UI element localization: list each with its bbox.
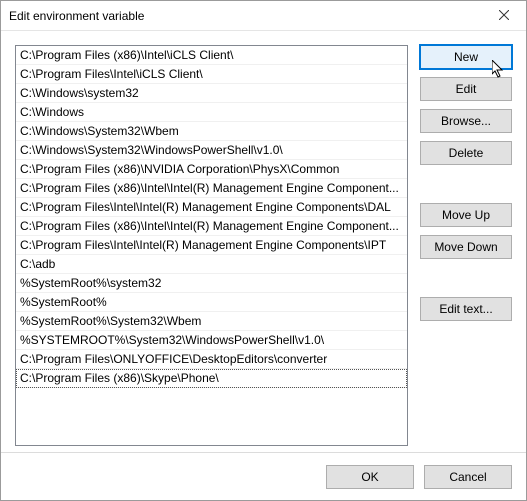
ok-button[interactable]: OK (326, 465, 414, 489)
list-item[interactable]: C:\adb (16, 255, 407, 274)
move-up-button[interactable]: Move Up (420, 203, 512, 227)
dialog-footer: OK Cancel (1, 452, 526, 500)
list-item[interactable]: %SystemRoot%\System32\Wbem (16, 312, 407, 331)
cancel-button[interactable]: Cancel (424, 465, 512, 489)
list-item[interactable]: C:\Program Files (x86)\Intel\Intel(R) Ma… (16, 217, 407, 236)
spacer (420, 173, 512, 195)
list-item[interactable]: C:\Windows\System32\Wbem (16, 122, 407, 141)
titlebar: Edit environment variable (1, 1, 526, 31)
window-title: Edit environment variable (1, 9, 481, 23)
list-item[interactable]: %SystemRoot%\system32 (16, 274, 407, 293)
edit-button[interactable]: Edit (420, 77, 512, 101)
spacer (420, 267, 512, 289)
list-item[interactable]: C:\Program Files (x86)\Intel\iCLS Client… (16, 46, 407, 65)
dialog-window: Edit environment variable C:\Program Fil… (0, 0, 527, 501)
edit-text-button[interactable]: Edit text... (420, 297, 512, 321)
list-item[interactable]: %SystemRoot% (16, 293, 407, 312)
list-item[interactable]: C:\Windows\system32 (16, 84, 407, 103)
close-button[interactable] (481, 1, 526, 31)
delete-button[interactable]: Delete (420, 141, 512, 165)
list-item[interactable]: C:\Program Files (x86)\NVIDIA Corporatio… (16, 160, 407, 179)
list-item[interactable]: %SYSTEMROOT%\System32\WindowsPowerShell\… (16, 331, 407, 350)
new-button[interactable]: New (420, 45, 512, 69)
list-item[interactable]: C:\Windows\System32\WindowsPowerShell\v1… (16, 141, 407, 160)
close-icon (499, 9, 509, 23)
list-item[interactable]: C:\Windows (16, 103, 407, 122)
dialog-body: C:\Program Files (x86)\Intel\iCLS Client… (1, 31, 526, 452)
list-item[interactable]: C:\Program Files\Intel\iCLS Client\ (16, 65, 407, 84)
list-item[interactable]: C:\Program Files (x86)\Skype\Phone\ (16, 369, 407, 388)
list-item[interactable]: C:\Program Files\Intel\Intel(R) Manageme… (16, 236, 407, 255)
list-item[interactable]: C:\Program Files (x86)\Intel\Intel(R) Ma… (16, 179, 407, 198)
browse-button[interactable]: Browse... (420, 109, 512, 133)
path-listbox[interactable]: C:\Program Files (x86)\Intel\iCLS Client… (15, 45, 408, 446)
side-buttons: New Edit Browse... Delete Move Up Move D… (420, 45, 512, 446)
list-item[interactable]: C:\Program Files\ONLYOFFICE\DesktopEdito… (16, 350, 407, 369)
list-item[interactable]: C:\Program Files\Intel\Intel(R) Manageme… (16, 198, 407, 217)
move-down-button[interactable]: Move Down (420, 235, 512, 259)
